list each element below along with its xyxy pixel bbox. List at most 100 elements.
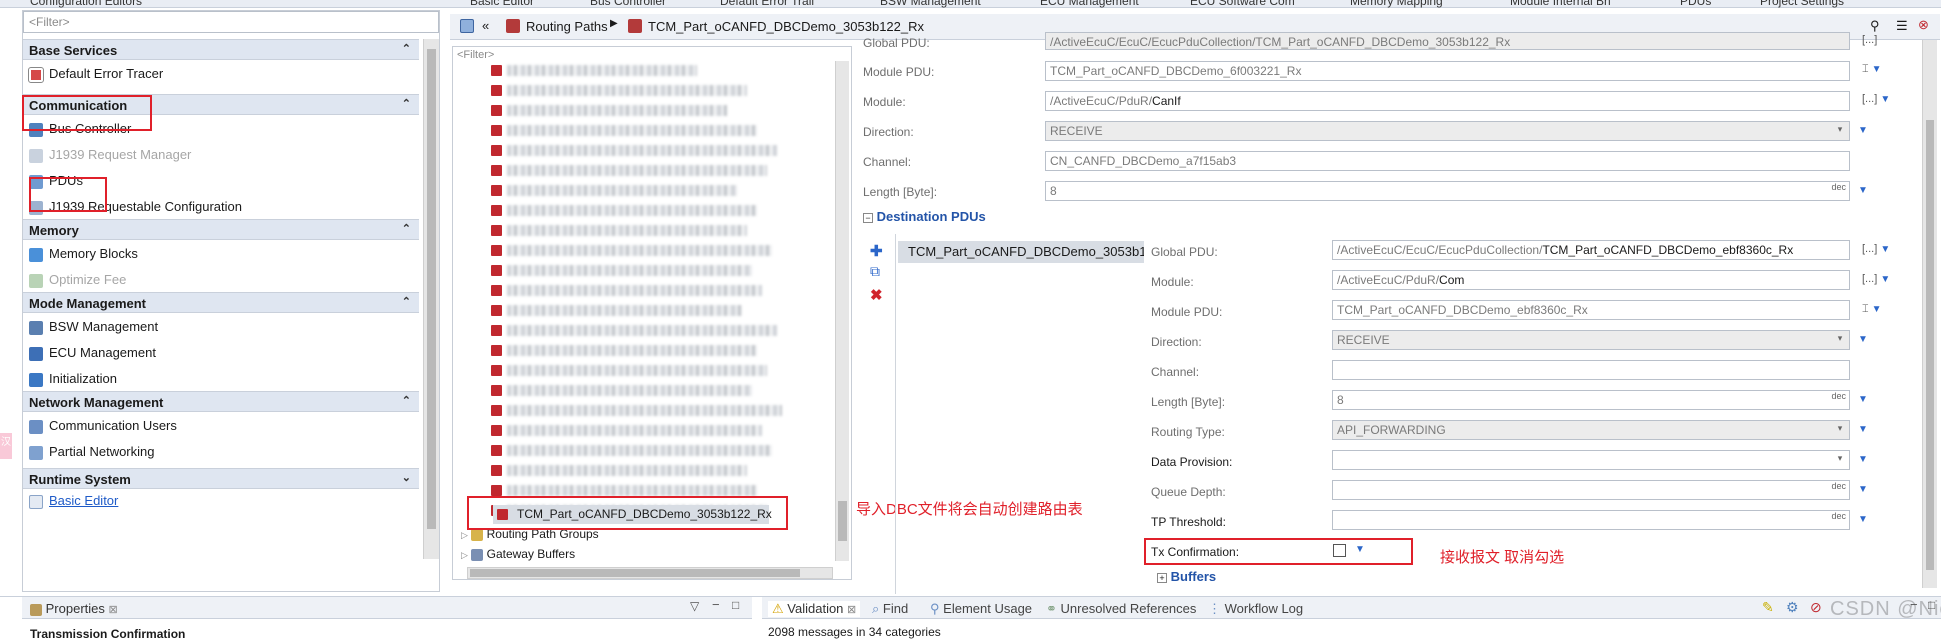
tab-element-usage[interactable]: ⚲ Element Usage <box>930 601 1032 617</box>
chevron-down-icon[interactable]: ▾ <box>1833 453 1847 467</box>
close-icon[interactable]: ⊠ <box>109 604 118 616</box>
destination-list-item[interactable]: TCM_Part_oCANFD_DBCDemo_3053b122 <box>898 241 1144 263</box>
dest-module-pdu-icon[interactable]: ⌶ ▼ <box>1862 303 1882 316</box>
item-memory-blocks[interactable]: Memory Blocks <box>23 240 419 266</box>
item-ecu-management[interactable]: ECU Management <box>23 339 419 365</box>
section-base-services[interactable]: Base Services ⌃ <box>23 39 419 60</box>
routing-type-select[interactable]: API_FORWARDING ▾ <box>1332 420 1850 440</box>
dest-module-field[interactable]: /ActiveEcuC/PduR/Com <box>1332 270 1850 290</box>
tree-scrollbar[interactable] <box>835 61 849 561</box>
module-pdu-field[interactable]: TCM_Part_oCANFD_DBCDemo_6f003221_Rx <box>1045 61 1850 81</box>
module-pdu-icon[interactable]: ⌶ ▼ <box>1862 63 1882 76</box>
tab-find[interactable]: ⌕ Find <box>872 601 908 617</box>
direction-menu-icon[interactable]: ▼ <box>1858 125 1868 136</box>
module-browse-button[interactable]: [...] ▼ <box>1862 93 1890 105</box>
redacted-entry[interactable] <box>507 385 752 396</box>
direction-select[interactable]: RECEIVE ▾ <box>1045 121 1850 141</box>
chevron-down-icon[interactable]: ▾ <box>1833 423 1847 437</box>
dest-length-field[interactable]: 8 dec <box>1332 390 1850 410</box>
maximize-icon[interactable]: □ <box>732 598 739 612</box>
tree-scroll-thumb[interactable] <box>838 501 847 541</box>
error-filter-icon[interactable]: ⊘ <box>1810 599 1822 616</box>
dest-direction-select[interactable]: RECEIVE ▾ <box>1332 330 1850 350</box>
editor-scrollbar[interactable] <box>1922 40 1937 588</box>
minimize-icon[interactable]: − <box>712 597 720 612</box>
breadcrumb-leaf[interactable]: TCM_Part_oCANFD_DBCDemo_3053b122_Rx <box>648 19 924 34</box>
redacted-entry[interactable] <box>507 65 697 76</box>
tree-gateway-buffers[interactable]: ▷ Gateway Buffers <box>461 547 575 561</box>
properties-tab[interactable]: Properties ⊠ <box>30 601 118 616</box>
routing-type-menu-icon[interactable]: ▼ <box>1858 424 1868 435</box>
redacted-entry[interactable] <box>507 405 782 416</box>
tab-pdus[interactable]: PDUs <box>1680 0 1711 8</box>
dest-module-browse[interactable]: [...] ▼ <box>1862 273 1890 285</box>
length-menu-icon[interactable]: ▼ <box>1858 185 1868 196</box>
tab-configuration-editors[interactable]: Configuration Editors <box>30 0 142 8</box>
tab-ecu-software-com[interactable]: ECU Software Com <box>1190 0 1295 8</box>
collapse-icon[interactable]: ⌃ <box>402 97 411 110</box>
section-network-management[interactable]: Network Management ⌃ <box>23 391 419 412</box>
dest-channel-field[interactable] <box>1332 360 1850 380</box>
left-scrollbar[interactable] <box>423 39 439 559</box>
collapse-icon[interactable]: ⌃ <box>402 394 411 407</box>
tree-hscrollbar[interactable] <box>467 567 833 579</box>
delete-icon[interactable]: ✖ <box>870 286 883 304</box>
chevron-down-icon[interactable]: ▾ <box>1833 333 1847 347</box>
global-pdu-field[interactable]: /ActiveEcuC/EcuC/EcucPduCollection/TCM_P… <box>1045 32 1850 50</box>
collapse-icon[interactable]: ⌃ <box>402 42 411 55</box>
redacted-entry[interactable] <box>507 165 767 176</box>
close-editor-icon[interactable]: ⊗ <box>1918 17 1929 33</box>
close-icon[interactable]: ⊠ <box>847 604 856 616</box>
tab-bus-controller[interactable]: Bus Controller <box>590 0 666 8</box>
add-multiple-icon[interactable]: ⧉ <box>870 263 880 280</box>
redacted-entry[interactable] <box>507 225 747 236</box>
redacted-entry[interactable] <box>507 325 777 336</box>
tp-threshold-menu-icon[interactable]: ▼ <box>1858 514 1868 525</box>
tab-bsw-management[interactable]: BSW Management <box>880 0 981 8</box>
dest-direction-menu-icon[interactable]: ▼ <box>1858 334 1868 345</box>
channel-field[interactable]: CN_CANFD_DBCDemo_a7f15ab3 <box>1045 151 1850 171</box>
destination-section-header[interactable]: − Destination PDUs <box>863 209 986 224</box>
data-provision-menu-icon[interactable]: ▼ <box>1858 454 1868 465</box>
left-filter-input[interactable]: <Filter> <box>23 11 439 33</box>
solve-icon[interactable]: ⚙ <box>1786 599 1799 616</box>
tp-threshold-field[interactable]: dec <box>1332 510 1850 530</box>
view-menu-icon[interactable]: ▽ <box>690 599 699 613</box>
redacted-entry[interactable] <box>507 365 767 376</box>
redacted-entry[interactable] <box>507 425 762 436</box>
redacted-entry[interactable] <box>507 185 737 196</box>
section-memory[interactable]: Memory ⌃ <box>23 219 419 240</box>
tab-module-internal[interactable]: Module Internal Bh <box>1510 0 1611 8</box>
breadcrumb-root[interactable]: Routing Paths <box>526 19 608 34</box>
expand-icon[interactable]: ▷ <box>461 550 468 560</box>
redacted-entry[interactable] <box>507 85 747 96</box>
tab-workflow-log[interactable]: ⋮ Workflow Log <box>1208 601 1303 617</box>
tab-validation[interactable]: ⚠ Validation ⊠ <box>768 601 861 617</box>
redacted-entry[interactable] <box>507 305 742 316</box>
section-mode-management[interactable]: Mode Management ⌃ <box>23 292 419 313</box>
redacted-entry[interactable] <box>507 445 772 456</box>
expand-icon[interactable]: + <box>1157 572 1167 583</box>
redacted-entry[interactable] <box>507 485 757 496</box>
redacted-entry[interactable] <box>507 205 757 216</box>
maximize-icon[interactable]: □ <box>1928 598 1935 612</box>
item-default-error-tracer[interactable]: Default Error Tracer <box>23 60 419 86</box>
data-provision-select[interactable]: ▾ <box>1332 450 1850 470</box>
chevron-down-icon[interactable]: ▾ <box>1833 124 1847 138</box>
tab-memory-mapping[interactable]: Memory Mapping <box>1350 0 1443 8</box>
queue-depth-field[interactable]: dec <box>1332 480 1850 500</box>
dest-length-menu-icon[interactable]: ▼ <box>1858 394 1868 405</box>
module-field[interactable]: /ActiveEcuC/PduR/CanIf <box>1045 91 1850 111</box>
validate-icon[interactable]: ✎ <box>1762 599 1774 616</box>
left-scroll-thumb[interactable] <box>427 49 436 529</box>
minimize-icon[interactable]: − <box>1910 597 1918 612</box>
item-partial-networking[interactable]: Partial Networking <box>23 438 419 464</box>
dest-global-pdu-browse[interactable]: [...] ▼ <box>1862 243 1890 255</box>
global-pdu-browse-button[interactable]: [...] <box>1862 34 1877 46</box>
redacted-entry[interactable] <box>507 465 747 476</box>
redacted-entry[interactable] <box>507 105 727 116</box>
tree-filter-input[interactable]: <Filter> <box>457 49 494 61</box>
editor-scroll-thumb[interactable] <box>1926 120 1934 570</box>
item-communication-users[interactable]: Communication Users <box>23 412 419 438</box>
collapse-icon[interactable]: ⌃ <box>402 295 411 308</box>
